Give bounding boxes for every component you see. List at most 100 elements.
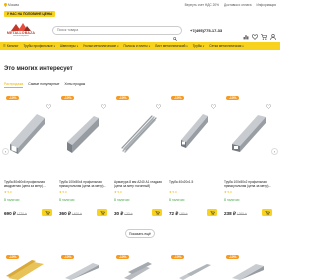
product-rating: ★ 5.0 (114, 190, 122, 194)
favorite-icon[interactable] (155, 96, 162, 109)
product-image[interactable] (114, 104, 163, 156)
product-image[interactable] (114, 260, 163, 280)
nav-item-mesh[interactable]: Сетка металлическая ▾ (209, 44, 243, 48)
chevron-down-icon: ▾ (76, 44, 79, 48)
product-card[interactable]: -10% Арматура 8 мм А240 А1 гладкая (цена… (114, 92, 163, 220)
add-to-cart-button[interactable] (262, 209, 272, 216)
nav-item-catalog[interactable]: ☰ Каталог (3, 44, 18, 48)
product-rating: ★ 5.0 (4, 190, 12, 194)
product-card[interactable]: -10% (114, 252, 163, 280)
logo[interactable]: METALLOBAZA металлопрокат (4, 21, 38, 39)
show-more-button[interactable]: Показать ещё (125, 229, 155, 238)
chevron-down-icon: ▾ (202, 44, 205, 48)
product-title[interactable]: Арматура 8 мм А240 А1 гладкая (цена за м… (114, 180, 162, 188)
product-row-2: -10% -10% -10% -10% -10% (4, 252, 280, 280)
product-image[interactable] (59, 104, 108, 156)
product-card[interactable]: -10% (59, 252, 108, 280)
product-card[interactable]: -10% (224, 252, 273, 280)
tab-bestsellers[interactable]: Хиты продаж (64, 82, 85, 88)
carousel-prev-button[interactable]: ‹ (2, 148, 9, 155)
discount-badge: -10% (6, 96, 20, 100)
location-pin-icon (4, 2, 7, 7)
product-card[interactable]: -10% (4, 252, 53, 280)
product-image[interactable] (4, 260, 53, 280)
nav-item-angles[interactable]: Уголки металлические ▾ (83, 44, 118, 48)
promo-banner[interactable]: У НАС НА ПОЛОВИНЕ ЦЕНЫ (4, 11, 56, 17)
logo-subtitle: металлопрокат (13, 34, 29, 37)
product-title[interactable]: Труба 100х50х2 профильная прямоугольная … (224, 180, 272, 188)
stock-status: В наличии (4, 198, 20, 202)
product-rating: ★ 5.0 (59, 190, 67, 194)
product-price: 690 ₽/ 770 ₽ (4, 211, 27, 216)
tab-popular[interactable]: Самые популярные (28, 82, 59, 88)
chevron-down-icon: ▾ (242, 44, 244, 48)
product-price: 238 ₽/ 265 ₽ (224, 211, 247, 216)
favorite-icon[interactable] (100, 96, 107, 109)
favorite-icon[interactable] (210, 96, 217, 109)
product-image[interactable] (224, 104, 273, 156)
product-card[interactable]: -10% Труба 100х50х2 профильная прямоугол… (224, 92, 273, 220)
phone-number[interactable]: +7(495)775-17-33 (190, 28, 222, 33)
header-icons (243, 27, 276, 41)
discount-badge: -10% (226, 255, 240, 259)
product-title[interactable]: Труба 80х60х6 профильная квадратная (цен… (4, 180, 52, 188)
product-image[interactable] (4, 104, 53, 156)
old-price: / 33 ₽ (124, 212, 133, 216)
product-rating: ★ 5.0 (169, 190, 177, 194)
search-icon[interactable] (173, 28, 177, 41)
favorite-icon[interactable] (45, 96, 52, 109)
nav-item-profile-pipes[interactable]: Трубы профильные ▾ (23, 44, 54, 48)
category-nav: ☰ Каталог Трубы профильные ▾ Швеллеры ▾ Уго… (0, 42, 280, 50)
product-price: 30 ₽/ 33 ₽ (114, 211, 133, 216)
chevron-down-icon: ▾ (148, 44, 151, 48)
carousel-next-button[interactable]: › (271, 148, 278, 155)
product-image[interactable] (169, 260, 218, 280)
product-card[interactable]: -10% Труба 80х60х6 профильная квадратная… (4, 92, 53, 220)
section-tabs: Распродажа Самые популярные Хиты продаж (4, 82, 85, 88)
product-image[interactable] (169, 104, 218, 156)
add-to-cart-button[interactable] (152, 209, 162, 216)
product-price: 72 ₽/ 80 ₽ (169, 211, 188, 216)
delivery-link[interactable]: Доставка и оплата (224, 3, 252, 7)
nav-item-strips[interactable]: Полосы и плиты ▾ (124, 44, 151, 48)
old-price: / 80 ₽ (179, 212, 188, 216)
product-title[interactable]: Труба 100х50х4 профильная прямоугольная … (59, 180, 107, 188)
product-card[interactable]: -10% Труба 40х20х1.5 ★ 5.0 В наличии 72 … (169, 92, 218, 220)
chevron-down-icon: ▾ (53, 44, 55, 48)
cart-icon (155, 210, 160, 215)
old-price: / 770 ₽ (16, 212, 27, 216)
stock-status: В наличии (114, 198, 130, 202)
search-box[interactable] (52, 25, 182, 41)
user-icon[interactable] (270, 27, 276, 41)
cart-icon (210, 210, 215, 215)
info-link[interactable]: Информация (256, 3, 276, 7)
discount-badge: -10% (171, 255, 185, 259)
compare-icon[interactable] (243, 27, 249, 40)
stock-status: В наличии (59, 198, 75, 202)
old-price: / 265 ₽ (236, 212, 247, 216)
discount-badge: -10% (6, 255, 20, 259)
product-card[interactable]: -10% Труба 100х50х4 профильная прямоугол… (59, 92, 108, 220)
product-card[interactable]: -10% (169, 252, 218, 280)
heart-icon[interactable] (251, 27, 259, 40)
location-link[interactable]: Москва (8, 3, 19, 7)
vat-link[interactable]: Вернуть счет НДС 20% (185, 3, 219, 7)
nav-item-pipes[interactable]: Трубы ▾ (193, 44, 205, 48)
section-title: Это многих интересует (4, 66, 73, 72)
search-input[interactable] (57, 28, 173, 32)
product-image[interactable] (59, 260, 108, 280)
add-to-cart-button[interactable] (42, 209, 52, 216)
discount-badge: -10% (61, 255, 75, 259)
favorite-icon[interactable] (265, 96, 272, 109)
product-price: 360 ₽/ 400 ₽ (59, 211, 82, 216)
product-image[interactable] (224, 260, 273, 280)
top-bar: Москва Вернуть счет НДС 20% Доставка и о… (0, 0, 280, 9)
cart-icon[interactable] (261, 27, 268, 40)
discount-badge: -10% (171, 96, 185, 100)
nav-item-sheet[interactable]: Лист металлический ▾ (155, 44, 188, 48)
tab-sale[interactable]: Распродажа (4, 82, 24, 88)
product-title[interactable]: Труба 40х20х1.5 (169, 180, 217, 184)
add-to-cart-button[interactable] (97, 209, 107, 216)
add-to-cart-button[interactable] (207, 209, 217, 216)
nav-item-channels[interactable]: Швеллеры ▾ (60, 44, 78, 48)
